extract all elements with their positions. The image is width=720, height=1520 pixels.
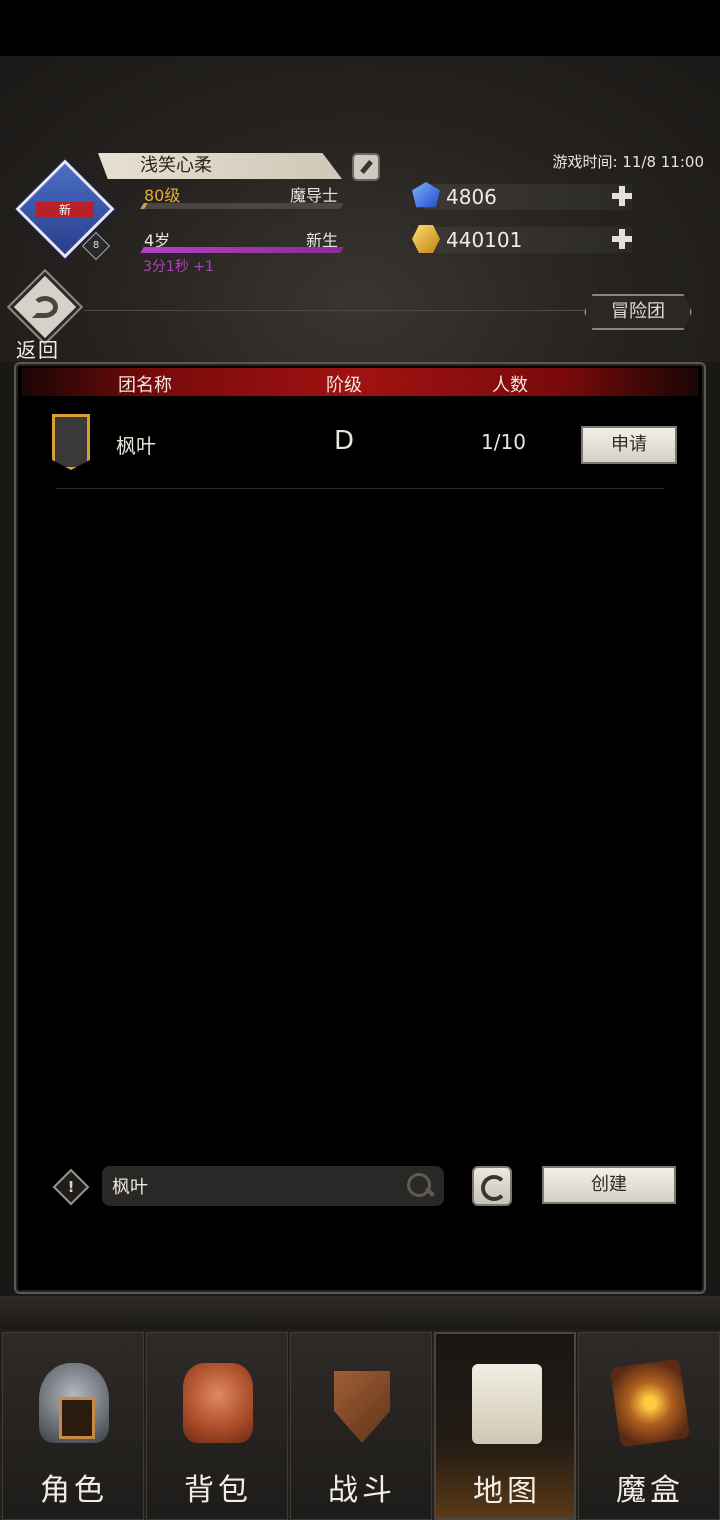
currency-gold: 440101: [410, 225, 634, 257]
col-header-team-name: 团名称: [118, 375, 172, 396]
nav-label: 魔盒: [616, 1473, 684, 1508]
adventure-team-tab[interactable]: 冒险团: [584, 294, 692, 330]
team-member-count: 1/10: [481, 430, 526, 454]
avatar-rank-number: 8: [92, 240, 100, 251]
add-gem-plus-icon[interactable]: [610, 184, 634, 208]
scroll-map-icon: [472, 1364, 542, 1444]
add-gold-plus-icon[interactable]: [610, 227, 634, 251]
age-timer: 3分1秒 +1: [143, 259, 214, 275]
sword-shield-icon: [334, 1371, 390, 1443]
refresh-button[interactable]: [472, 1166, 512, 1206]
avatar[interactable]: 新 8: [15, 159, 115, 261]
age-row: 4岁 新生: [142, 227, 338, 250]
col-header-rank: 阶级: [326, 375, 362, 396]
nav-label: 战斗: [328, 1473, 396, 1508]
level-row: 80级 魔导士: [142, 182, 338, 205]
bottom-nav: 角色 背包 战斗 地图 魔盒: [0, 1330, 720, 1520]
game-time: 游戏时间: 11/8 11:00: [552, 153, 704, 171]
search-input[interactable]: [112, 1172, 402, 1200]
player-name: 浅笑心柔: [98, 153, 342, 179]
apply-button[interactable]: 申请: [581, 426, 677, 464]
nav-item-backpack[interactable]: 背包: [146, 1332, 288, 1520]
info-warning-icon[interactable]: !: [52, 1168, 90, 1206]
nav-label: 地图: [473, 1474, 541, 1509]
team-rank: D: [334, 426, 355, 456]
helmet-icon: [39, 1363, 109, 1443]
team-list-panel: 团名称 阶级 人数 枫叶 D 1/10 申请 ! 创建: [14, 362, 706, 1294]
currency-gem: 4806: [410, 182, 634, 214]
nav-separator: [0, 1296, 720, 1330]
nav-item-battle[interactable]: 战斗: [290, 1332, 432, 1520]
magic-box-icon: [609, 1358, 691, 1448]
back-label: 返回: [16, 338, 60, 362]
exp-bar: [140, 203, 344, 209]
new-badge: 新: [36, 202, 94, 218]
warning-glyph: !: [67, 1178, 75, 1196]
nav-item-map[interactable]: 地图: [434, 1332, 576, 1520]
search-box[interactable]: [102, 1166, 444, 1206]
create-button[interactable]: 创建: [542, 1166, 676, 1204]
nav-label: 背包: [184, 1473, 252, 1508]
nav-label: 角色: [40, 1473, 108, 1508]
search-icon[interactable]: [406, 1172, 434, 1200]
nav-item-magic-box[interactable]: 魔盒: [578, 1332, 720, 1520]
back-arrow-icon: [32, 296, 58, 318]
nav-item-character[interactable]: 角色: [2, 1332, 144, 1520]
search-controls: ! 创建: [16, 1164, 708, 1212]
age-bar: [140, 247, 344, 253]
col-header-members: 人数: [492, 375, 528, 396]
gold-value: 440101: [446, 228, 523, 252]
table-header: 团名称 阶级 人数: [22, 368, 698, 396]
table-row: 枫叶 D 1/10 申请: [16, 412, 708, 488]
header-divider: [84, 310, 584, 311]
edit-icon[interactable]: [352, 153, 380, 181]
back-button[interactable]: 返回: [8, 271, 84, 362]
backpack-icon: [183, 1363, 253, 1443]
team-name: 枫叶: [116, 434, 156, 458]
status-bar: [0, 0, 720, 56]
gem-value: 4806: [446, 185, 497, 209]
avatar-rank-badge: 8: [81, 231, 111, 261]
row-divider: [56, 488, 664, 489]
